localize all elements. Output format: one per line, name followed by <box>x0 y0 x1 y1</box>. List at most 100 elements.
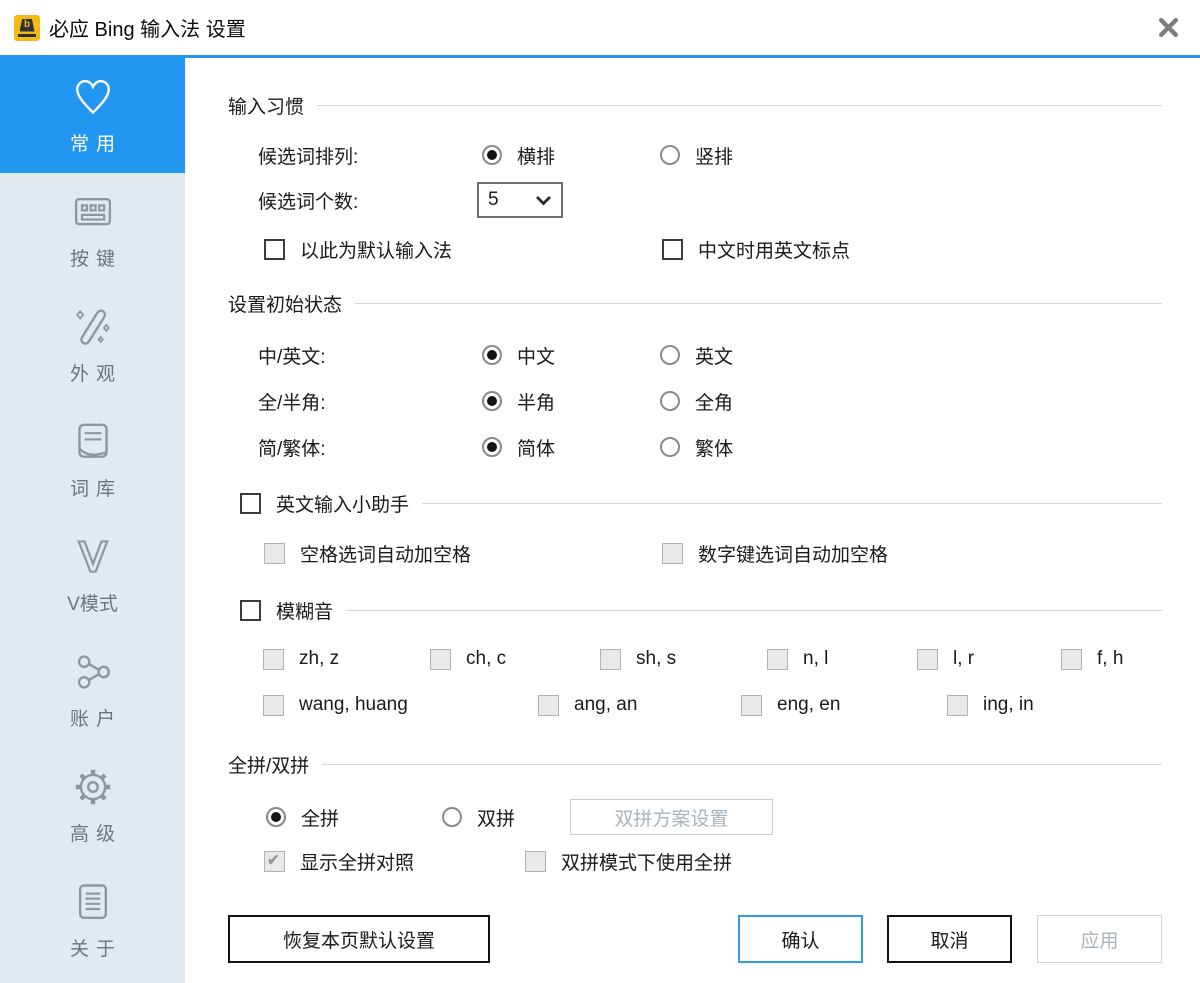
radio-full-width[interactable]: 全角 <box>660 388 733 415</box>
radio-icon[interactable] <box>482 391 502 411</box>
section-divider <box>346 610 1162 611</box>
section-fuzzy: 模糊音 <box>228 595 1162 625</box>
candidate-arrangement-row: 候选词排列: 横排 竖排 <box>258 132 1162 178</box>
radio-english[interactable]: 英文 <box>660 342 733 369</box>
checkbox-space-select[interactable]: 空格选词自动加空格 <box>264 540 662 567</box>
sidebar-item-label: 外观 <box>63 359 122 386</box>
pinyin-mode-row: 全拼 双拼 双拼方案设置 <box>266 795 1162 839</box>
section-title: 设置初始状态 <box>228 290 342 317</box>
habit-checkbox-row: 以此为默认输入法 中文时用英文标点 <box>264 226 1162 272</box>
chevron-down-icon <box>535 195 552 206</box>
checkbox-fuzzy-eng-en[interactable]: eng, en <box>741 694 947 716</box>
confirm-button[interactable]: 确认 <box>738 915 863 963</box>
radio-horizontal[interactable]: 横排 <box>482 142 660 169</box>
radio-vertical[interactable]: 竖排 <box>660 142 733 169</box>
footer-button-bar: 恢复本页默认设置 确认 取消 应用 <box>228 915 1162 963</box>
checkbox-icon[interactable] <box>264 851 285 872</box>
close-icon[interactable] <box>1152 11 1184 43</box>
radio-half-width[interactable]: 半角 <box>482 388 660 415</box>
checkbox-icon[interactable] <box>263 695 284 716</box>
checkbox-icon[interactable] <box>264 239 285 260</box>
checkbox-fuzzy-wang-huang[interactable]: wang, huang <box>263 694 538 716</box>
apply-button[interactable]: 应用 <box>1037 915 1162 963</box>
candidate-arrangement-label: 候选词排列: <box>258 142 482 169</box>
checkbox-fuzzy-zh-z[interactable]: zh, z <box>263 648 430 670</box>
checkbox-fuzzy-ang-an[interactable]: ang, an <box>538 694 741 716</box>
sidebar-item-appearance[interactable]: 外观 <box>0 288 185 403</box>
cancel-button[interactable]: 取消 <box>887 915 1012 963</box>
checkbox-icon[interactable] <box>264 543 285 564</box>
bing-ime-logo-icon: b <box>14 15 40 41</box>
checkbox-icon[interactable] <box>662 239 683 260</box>
checkbox-icon[interactable] <box>917 649 938 670</box>
sidebar-item-account[interactable]: 账户 <box>0 633 185 748</box>
sidebar-item-dictionary[interactable]: 词库 <box>0 403 185 518</box>
checkbox-icon[interactable] <box>430 649 451 670</box>
section-divider <box>317 105 1162 106</box>
checkbox-show-full-pinyin[interactable]: 显示全拼对照 <box>264 848 525 875</box>
radio-chinese[interactable]: 中文 <box>482 342 660 369</box>
checkbox-fuzzy-l-r[interactable]: l, r <box>917 648 1061 670</box>
radio-full-pinyin[interactable]: 全拼 <box>266 804 442 831</box>
heart-icon <box>69 75 117 119</box>
radio-icon[interactable] <box>482 345 502 365</box>
radio-simplified[interactable]: 简体 <box>482 434 660 461</box>
checkbox-fuzzy[interactable] <box>240 600 261 621</box>
row-label: 中/英文: <box>258 342 482 369</box>
radio-icon[interactable] <box>660 437 680 457</box>
radio-icon[interactable] <box>482 145 502 165</box>
radio-icon[interactable] <box>266 807 286 827</box>
checkbox-icon[interactable] <box>741 695 762 716</box>
checkbox-icon[interactable] <box>538 695 559 716</box>
keyboard-icon <box>69 190 117 234</box>
checkbox-icon[interactable] <box>525 851 546 872</box>
share-nodes-icon <box>69 650 117 694</box>
checkbox-fuzzy-ing-in[interactable]: ing, in <box>947 694 1034 716</box>
checkbox-icon[interactable] <box>263 649 284 670</box>
candidate-count-select[interactable]: 5 <box>477 182 563 218</box>
sidebar-item-label: V模式 <box>67 589 118 616</box>
sidebar-item-keys[interactable]: 按键 <box>0 173 185 288</box>
assistant-options-row: 空格选词自动加空格 数字键选词自动加空格 <box>264 530 1162 576</box>
double-pinyin-scheme-button[interactable]: 双拼方案设置 <box>570 799 773 835</box>
radio-traditional[interactable]: 繁体 <box>660 434 733 461</box>
checkbox-default-ime[interactable]: 以此为默认输入法 <box>264 236 662 263</box>
checkbox-english-assistant[interactable] <box>240 493 261 514</box>
restore-defaults-button[interactable]: 恢复本页默认设置 <box>228 915 490 963</box>
checkbox-fuzzy-ch-c[interactable]: ch, c <box>430 648 600 670</box>
radio-icon[interactable] <box>660 391 680 411</box>
logo-b-glyph: b <box>20 19 35 32</box>
checkbox-number-select[interactable]: 数字键选词自动加空格 <box>662 540 888 567</box>
checkbox-fuzzy-sh-s[interactable]: sh, s <box>600 648 767 670</box>
checkbox-icon[interactable] <box>767 649 788 670</box>
sidebar-item-label: 账户 <box>63 704 122 731</box>
row-label: 简/繁体: <box>258 434 482 461</box>
section-title: 英文输入小助手 <box>276 490 409 517</box>
section-english-assistant: 英文输入小助手 <box>228 488 1162 518</box>
radio-icon[interactable] <box>442 807 462 827</box>
fuzzy-row-2: wang, huang ang, an eng, en ing, in <box>263 683 1162 727</box>
simp-trad-row: 简/繁体: 简体 繁体 <box>258 424 1162 470</box>
sidebar-item-about[interactable]: 关于 <box>0 863 185 978</box>
sidebar-item-label: 按键 <box>63 244 122 271</box>
sidebar-item-v-mode[interactable]: V模式 <box>0 518 185 633</box>
sidebar-item-common[interactable]: 常用 <box>0 58 185 173</box>
radio-icon[interactable] <box>660 345 680 365</box>
checkbox-fuzzy-f-h[interactable]: f, h <box>1061 648 1123 670</box>
checkbox-use-full-in-double[interactable]: 双拼模式下使用全拼 <box>525 848 732 875</box>
radio-icon[interactable] <box>482 437 502 457</box>
full-half-row: 全/半角: 半角 全角 <box>258 378 1162 424</box>
checkbox-english-punct[interactable]: 中文时用英文标点 <box>662 236 850 263</box>
radio-icon[interactable] <box>660 145 680 165</box>
radio-double-pinyin[interactable]: 双拼 <box>442 804 570 831</box>
sidebar-item-advanced[interactable]: 高级 <box>0 748 185 863</box>
checkbox-icon[interactable] <box>600 649 621 670</box>
candidate-count-label: 候选词个数: <box>258 187 477 214</box>
pinyin-options-row: 显示全拼对照 双拼模式下使用全拼 <box>264 839 1162 883</box>
checkbox-icon[interactable] <box>1061 649 1082 670</box>
checkbox-fuzzy-n-l[interactable]: n, l <box>767 648 917 670</box>
checkbox-icon[interactable] <box>947 695 968 716</box>
section-divider <box>322 764 1162 765</box>
checkbox-icon[interactable] <box>662 543 683 564</box>
sidebar-item-label: 高级 <box>63 819 122 846</box>
